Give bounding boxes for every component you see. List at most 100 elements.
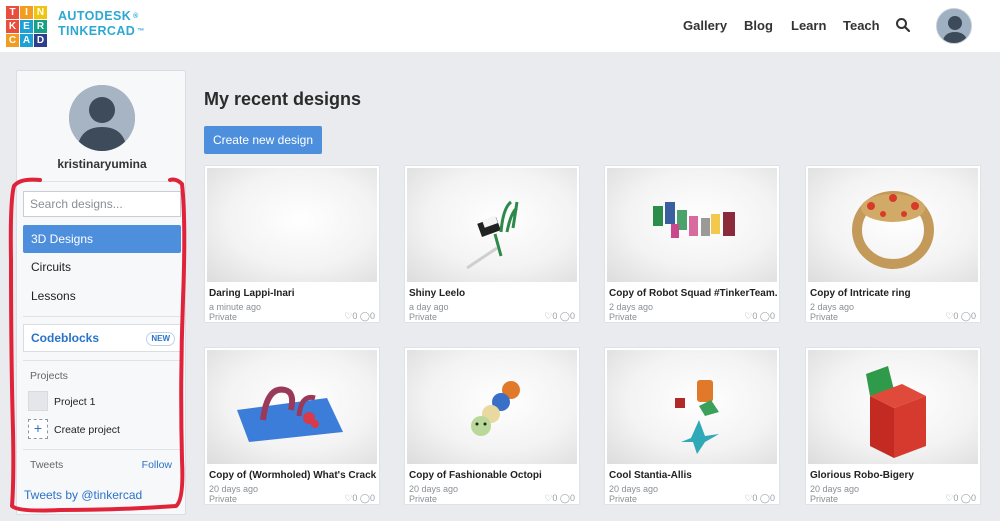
logo-letter: C — [6, 34, 19, 47]
design-preview-image — [866, 366, 926, 458]
sidebar-item-project-1[interactable]: Project 1 — [54, 396, 95, 408]
design-title[interactable]: Copy of (Wormholed) What's Crack... — [209, 470, 377, 481]
design-stats: ♡0 ◯0 — [945, 493, 976, 504]
design-time: 2 days ago — [810, 302, 855, 312]
sidebar-item-codeblocks[interactable]: Codeblocks NEW — [23, 324, 181, 352]
comment-count: 0 — [970, 311, 976, 321]
brand-name[interactable]: AUTODESK ® TINKERCAD ™ — [58, 9, 145, 39]
design-card[interactable]: Daring Lappi-Inari a minute ago Private … — [204, 165, 380, 323]
sidebar-item-3d-designs[interactable]: 3D Designs — [23, 225, 181, 253]
comment-count: 0 — [970, 493, 976, 503]
comment-icon: ◯ — [559, 311, 570, 321]
design-time: 20 days ago — [609, 484, 659, 494]
design-card[interactable]: Cool Stantia-Allis 20 days ago Private ♡… — [604, 347, 780, 505]
design-visibility: Private — [209, 312, 238, 322]
like-count: 0 — [953, 493, 959, 503]
design-preview-image — [653, 202, 735, 238]
tweets-by-link[interactable]: Tweets by @tinkercad — [24, 488, 142, 502]
design-thumbnail[interactable] — [607, 168, 777, 282]
comment-count: 0 — [769, 311, 775, 321]
design-visibility: Private — [609, 312, 638, 322]
logo-letter: N — [34, 6, 47, 19]
design-card[interactable]: Shiny Leelo a day ago Private ♡0 ◯0 — [404, 165, 580, 323]
sidebar-item-lessons[interactable]: Lessons — [23, 282, 181, 310]
design-thumbnail[interactable] — [808, 168, 978, 282]
design-thumbnail[interactable] — [808, 350, 978, 464]
design-stats: ♡0 ◯0 — [544, 493, 575, 504]
codeblocks-label: Codeblocks — [31, 331, 100, 345]
like-count: 0 — [352, 311, 358, 321]
nav-gallery[interactable]: Gallery — [683, 18, 727, 33]
brand-line-1: AUTODESK — [58, 9, 132, 23]
design-preview-image — [675, 380, 719, 454]
like-count: 0 — [352, 493, 358, 503]
comment-icon: ◯ — [960, 311, 971, 321]
design-visibility: Private — [810, 494, 839, 504]
like-count: 0 — [552, 493, 558, 503]
design-thumbnail[interactable] — [607, 350, 777, 464]
page-title: My recent designs — [204, 89, 362, 109]
user-silhouette-icon — [937, 9, 971, 43]
design-thumbnail[interactable] — [207, 168, 377, 282]
like-count: 0 — [752, 493, 758, 503]
design-thumbnail[interactable] — [207, 350, 377, 464]
brand-line-2: TINKERCAD — [58, 24, 136, 38]
design-visibility: Private — [209, 494, 238, 504]
design-thumbnail[interactable] — [407, 350, 577, 464]
design-stats: ♡0 ◯0 — [344, 493, 375, 504]
design-thumbnail[interactable] — [407, 168, 577, 282]
tweets-heading: Tweets — [30, 459, 64, 471]
comment-count: 0 — [569, 311, 575, 321]
design-card[interactable]: Copy of (Wormholed) What's Crack... 20 d… — [204, 347, 380, 505]
project-thumbnail[interactable] — [28, 391, 48, 411]
logo-letter: R — [34, 20, 47, 33]
design-stats: ♡0 ◯0 — [544, 311, 575, 322]
logo-letter: T — [6, 6, 19, 19]
nav-teach[interactable]: Teach — [843, 18, 880, 33]
design-visibility: Private — [409, 494, 438, 504]
create-new-design-button[interactable]: Create new design — [204, 126, 322, 154]
projects-heading: Projects — [30, 370, 68, 382]
design-time: 20 days ago — [209, 484, 259, 494]
design-title[interactable]: Copy of Intricate ring — [810, 288, 978, 299]
like-count: 0 — [953, 311, 959, 321]
search-designs-input[interactable] — [23, 191, 181, 217]
nav-blog[interactable]: Blog — [744, 18, 773, 33]
design-title[interactable]: Copy of Fashionable Octopi — [409, 470, 577, 481]
comment-count: 0 — [569, 493, 575, 503]
profile-avatar[interactable] — [69, 85, 135, 151]
nav-learn[interactable]: Learn — [791, 18, 826, 33]
sidebar: kristinaryumina 3D Designs Circuits Less… — [16, 70, 186, 515]
design-time: a minute ago — [209, 302, 262, 312]
divider — [23, 360, 181, 361]
design-time: a day ago — [409, 302, 449, 312]
brand-registered-mark: ® — [133, 13, 139, 20]
logo-letter: D — [34, 34, 47, 47]
design-time: 2 days ago — [609, 302, 654, 312]
create-project-link[interactable]: Create project — [54, 424, 120, 436]
plus-icon[interactable]: + — [28, 419, 48, 439]
design-title[interactable]: Glorious Robo-Bigery — [810, 470, 978, 481]
divider — [23, 316, 181, 317]
design-card[interactable]: Copy of Fashionable Octopi 20 days ago P… — [404, 347, 580, 505]
design-title[interactable]: Copy of Robot Squad #TinkerTeam... — [609, 288, 777, 299]
design-visibility: Private — [810, 312, 839, 322]
logo-letter: E — [20, 20, 33, 33]
design-card[interactable]: Copy of Intricate ring 2 days ago Privat… — [805, 165, 981, 323]
tinkercad-logo[interactable]: T I N K E R C A D — [6, 6, 49, 47]
sidebar-item-circuits[interactable]: Circuits — [23, 253, 181, 281]
profile-username[interactable]: kristinaryumina — [17, 157, 187, 171]
comment-icon: ◯ — [359, 493, 370, 503]
design-stats: ♡0 ◯0 — [945, 311, 976, 322]
design-title[interactable]: Shiny Leelo — [409, 288, 577, 299]
design-card[interactable]: Copy of Robot Squad #TinkerTeam... 2 day… — [604, 165, 780, 323]
design-preview-image — [237, 386, 343, 442]
search-icon[interactable] — [895, 17, 911, 33]
user-avatar-button[interactable] — [936, 8, 972, 44]
comment-icon: ◯ — [960, 493, 971, 503]
design-card[interactable]: Glorious Robo-Bigery 20 days ago Private… — [805, 347, 981, 505]
design-title[interactable]: Cool Stantia-Allis — [609, 470, 777, 481]
design-title[interactable]: Daring Lappi-Inari — [209, 288, 377, 299]
follow-link[interactable]: Follow — [142, 459, 172, 471]
comment-count: 0 — [769, 493, 775, 503]
